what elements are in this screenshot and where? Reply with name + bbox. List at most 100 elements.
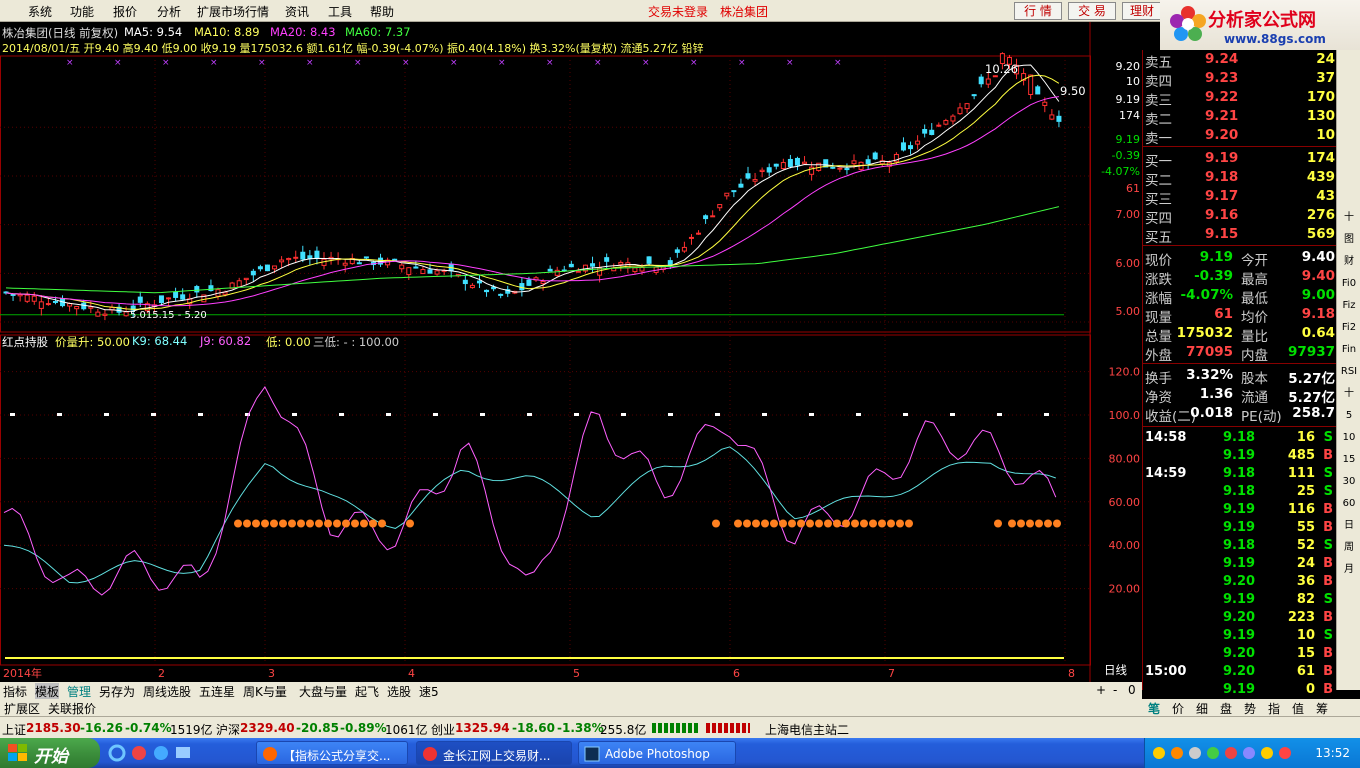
event-marker: × bbox=[402, 58, 410, 68]
right-tool-button[interactable]: 5 bbox=[1339, 406, 1359, 426]
right-tool-button[interactable]: 十 bbox=[1339, 208, 1359, 228]
order-row-sell[interactable]: 卖一 9.20 10 bbox=[1143, 126, 1337, 147]
ie-icon[interactable] bbox=[108, 744, 126, 762]
trade-button[interactable]: 交 易 bbox=[1068, 2, 1116, 20]
tab-extension[interactable]: 扩展区 bbox=[4, 700, 40, 717]
menu-analysis[interactable]: 分析 bbox=[157, 3, 181, 20]
chart-control-zero[interactable]: 0 bbox=[1128, 683, 1136, 697]
tab-3[interactable]: 另存为 bbox=[99, 683, 135, 700]
indicator-name[interactable]: 红点持股 bbox=[2, 334, 48, 350]
candle-body bbox=[766, 167, 772, 173]
logo-title: 分析家公式网 bbox=[1208, 10, 1316, 31]
start-button[interactable]: 开始 bbox=[0, 738, 100, 768]
menu-ext-market[interactable]: 扩展市场行情 bbox=[197, 3, 269, 20]
order-label: 卖四 bbox=[1145, 74, 1172, 90]
desktop-quicklaunch-icon[interactable] bbox=[174, 744, 192, 762]
right-tool-button[interactable]: Fi0 bbox=[1339, 274, 1359, 294]
taskbar-item-browser[interactable]: 【指标公式分享交... bbox=[256, 741, 408, 765]
right-tool-button[interactable]: Fiz bbox=[1339, 296, 1359, 316]
tick-price: 9.20 bbox=[1223, 610, 1256, 625]
chart-control-minus[interactable]: - bbox=[1113, 683, 1117, 697]
order-row-sell[interactable]: 卖三 9.22 170 bbox=[1143, 88, 1337, 109]
menu-quote[interactable]: 报价 bbox=[113, 3, 137, 20]
marker-100 bbox=[480, 413, 485, 416]
bottom-tab-6[interactable]: 值 bbox=[1292, 700, 1304, 717]
tab-9[interactable]: 选股 bbox=[387, 683, 411, 700]
right-tool-button[interactable]: 30 bbox=[1339, 472, 1359, 492]
right-tool-button[interactable]: 15 bbox=[1339, 450, 1359, 470]
task-label: 金长江网上交易财... bbox=[443, 749, 551, 763]
tab-6[interactable]: 周K与量 bbox=[243, 683, 287, 700]
menu-help[interactable]: 帮助 bbox=[370, 3, 394, 20]
tab-4[interactable]: 周线选股 bbox=[143, 683, 191, 700]
right-tool-button[interactable]: 日 bbox=[1339, 516, 1359, 536]
right-tool-button[interactable]: Fi2 bbox=[1339, 318, 1359, 338]
order-row-sell[interactable]: 卖二 9.21 130 bbox=[1143, 107, 1337, 128]
server-name[interactable]: 上海电信主站二 bbox=[765, 721, 849, 738]
event-marker: × bbox=[306, 58, 314, 68]
taskbar-item-trading[interactable]: 金长江网上交易财... bbox=[416, 741, 572, 765]
candle-body bbox=[279, 259, 285, 263]
right-tool-button[interactable]: 周 bbox=[1339, 538, 1359, 558]
app-quicklaunch-icon[interactable] bbox=[130, 744, 148, 762]
tab-5[interactable]: 五连星 bbox=[199, 683, 235, 700]
right-tool-button[interactable]: 图 bbox=[1339, 230, 1359, 250]
stat-value: 5.27亿 bbox=[1288, 390, 1335, 406]
right-tool-button[interactable]: Fin bbox=[1339, 340, 1359, 360]
chart-canvas[interactable]: × × × × × × × × × × × × × × × × × 9.20 10 9.19 174 9.19 -0.39… bbox=[0, 22, 1142, 682]
marker-100 bbox=[433, 413, 438, 416]
tab-2[interactable]: 管理 bbox=[67, 683, 91, 700]
login-status[interactable]: 交易未登录 bbox=[648, 3, 708, 20]
tab-8[interactable]: 起飞 bbox=[355, 683, 379, 700]
tray-icons[interactable] bbox=[1151, 745, 1301, 761]
candle-body bbox=[476, 280, 482, 284]
order-row-buy[interactable]: 买一 9.19 174 bbox=[1143, 149, 1337, 170]
event-marker: × bbox=[690, 58, 698, 68]
x-axis-label: 3 bbox=[268, 667, 275, 680]
browser-quicklaunch-icon[interactable] bbox=[152, 744, 170, 762]
bottom-tab-4[interactable]: 势 bbox=[1244, 700, 1256, 717]
menu-tools[interactable]: 工具 bbox=[328, 3, 352, 20]
taskbar-item-photoshop[interactable]: Adobe Photoshop bbox=[578, 741, 736, 765]
order-row-buy[interactable]: 买二 9.18 439 bbox=[1143, 168, 1337, 189]
bottom-tab-3[interactable]: 盘 bbox=[1220, 700, 1232, 717]
x-axis-label: 6 bbox=[733, 667, 740, 680]
order-row-buy[interactable]: 买三 9.17 43 bbox=[1143, 187, 1337, 208]
bottom-tab-7[interactable]: 筹 bbox=[1316, 700, 1328, 717]
tab-related-quote[interactable]: 关联报价 bbox=[48, 700, 96, 717]
tab-1[interactable]: 模板 bbox=[35, 683, 60, 700]
taskbar-clock[interactable]: 13:52 bbox=[1315, 746, 1350, 760]
chart-control-plus[interactable]: + bbox=[1096, 683, 1106, 697]
tab-0[interactable]: 指标 bbox=[3, 683, 27, 700]
menu-function[interactable]: 功能 bbox=[70, 3, 94, 20]
order-row-buy[interactable]: 买四 9.16 276 bbox=[1143, 206, 1337, 227]
tick-price: 9.19 bbox=[1223, 628, 1256, 643]
candle-body bbox=[434, 270, 440, 275]
finance-button[interactable]: 理财 bbox=[1122, 2, 1162, 20]
order-row-sell[interactable]: 卖五 9.24 24 bbox=[1143, 50, 1337, 71]
menu-info[interactable]: 资讯 bbox=[285, 3, 309, 20]
market-button[interactable]: 行 情 bbox=[1014, 2, 1062, 20]
signal-strength-icon bbox=[652, 723, 700, 733]
bottom-tab-5[interactable]: 指 bbox=[1268, 700, 1280, 717]
right-tool-button[interactable]: 60 bbox=[1339, 494, 1359, 514]
right-tool-button[interactable]: RSI bbox=[1339, 362, 1359, 382]
order-volume: 24 bbox=[1316, 51, 1335, 67]
right-tool-button[interactable]: 月 bbox=[1339, 560, 1359, 580]
tab-7[interactable]: 大盘与量 bbox=[299, 683, 347, 700]
menu-system[interactable]: 系统 bbox=[28, 3, 52, 20]
right-tool-button[interactable]: 10 bbox=[1339, 428, 1359, 448]
tab-10[interactable]: 速5 bbox=[419, 683, 439, 700]
order-row-sell[interactable]: 卖四 9.23 37 bbox=[1143, 69, 1337, 90]
bottom-tab-1[interactable]: 价 bbox=[1172, 700, 1184, 717]
bottom-tab-0[interactable]: 笔 bbox=[1148, 700, 1160, 717]
order-label: 卖一 bbox=[1145, 131, 1172, 147]
right-tool-button[interactable]: 十 bbox=[1339, 384, 1359, 404]
sh-index-value: 2185.30 bbox=[26, 721, 81, 735]
kline-chart-area[interactable]: × × × × × × × × × × × × × × × × × 9.20 10 9.19 174 9.19 -0.39… bbox=[0, 22, 1142, 682]
x-axis-label: 8 bbox=[1068, 667, 1075, 680]
high-annotation: 10.26 bbox=[985, 62, 1018, 76]
bottom-tab-2[interactable]: 细 bbox=[1196, 700, 1208, 717]
order-row-buy[interactable]: 买五 9.15 569 bbox=[1143, 225, 1337, 246]
right-tool-button[interactable]: 财 bbox=[1339, 252, 1359, 272]
